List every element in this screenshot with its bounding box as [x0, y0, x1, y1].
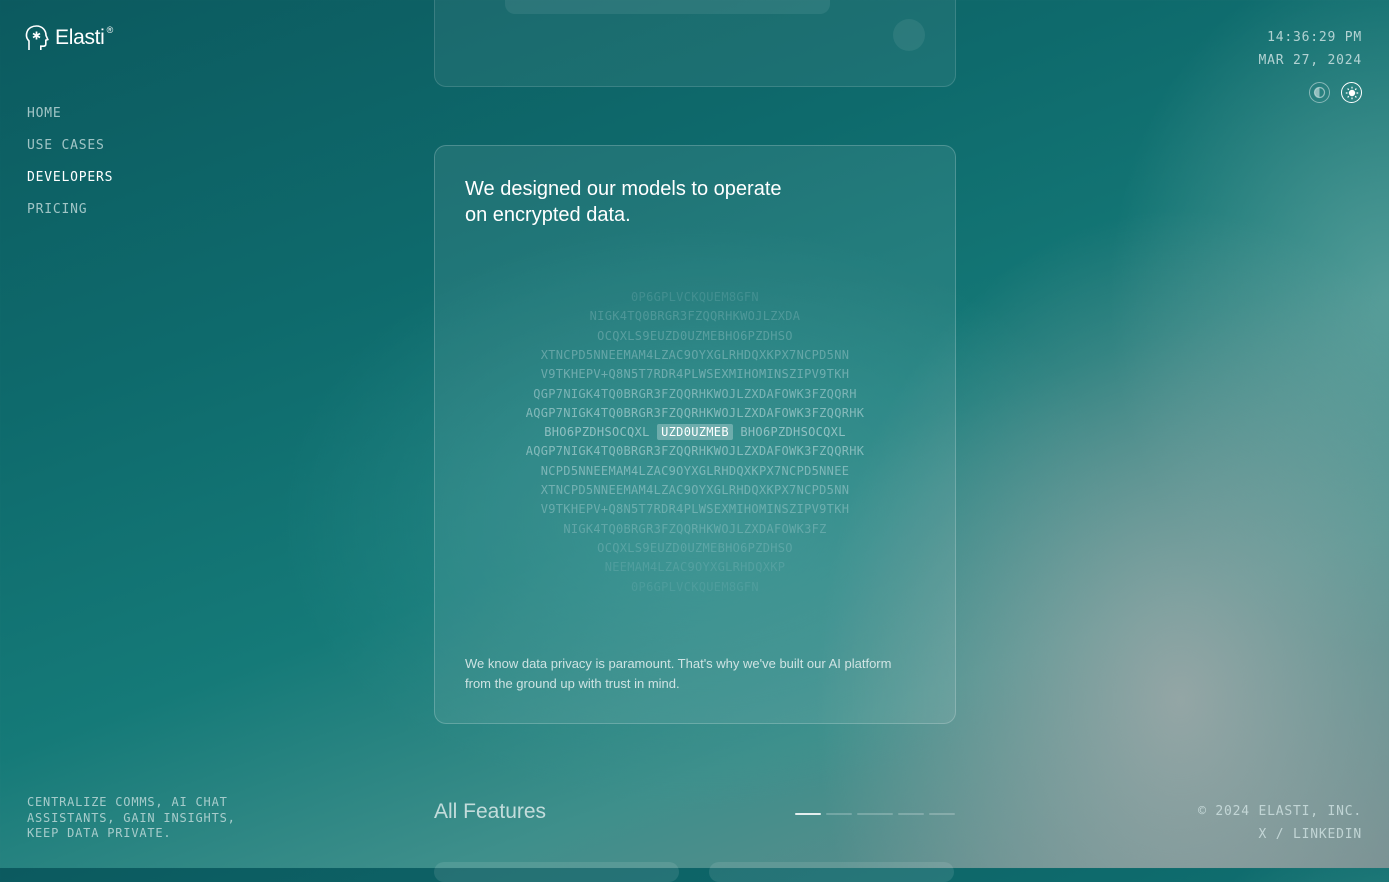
- features-pager: [795, 813, 955, 815]
- registered-mark: ®: [106, 25, 114, 35]
- contrast-theme-button[interactable]: [1309, 82, 1330, 103]
- features-title: All Features: [434, 800, 547, 823]
- feature-card-peek: [709, 862, 954, 882]
- cipher-row: BHO6PZDHSOCQXL UZD0UZMEB BHO6PZDHSOCQXL: [435, 423, 955, 442]
- cipher-row: NCPD5NNEEMAM4LZAC9OYXGLRHDQXKPX7NCPD5NNE…: [540, 463, 850, 478]
- cipher-text-right: BHO6PZDHSOCQXL: [732, 425, 846, 440]
- head-asterisk-icon: [25, 25, 49, 50]
- cipher-row: XTNCPD5NNEEMAM4LZAC9OYXGLRHDQXKPX7NCPD5N…: [540, 347, 850, 362]
- cipher-highlight: UZD0UZMEB: [657, 424, 733, 441]
- cipher-row: QGP7NIGK4TQ0BRGR3FZQQRHKWOJLZXDAFOWK3FZQ…: [533, 386, 857, 401]
- clock: 14:36:29 PM MAR 27, 2024: [1258, 26, 1362, 72]
- cipher-text-left: BHO6PZDHSOCQXL: [544, 425, 658, 440]
- main-nav: HOME USE CASES DEVELOPERS PRICING: [27, 106, 113, 217]
- cipher-row: OCQXLS9EUZD0UZMEBHO6PZDHSO: [597, 328, 793, 343]
- pager-dot[interactable]: [857, 813, 893, 815]
- tagline-line: CENTRALIZE COMMS, AI CHAT: [27, 795, 228, 809]
- encryption-card: We designed our models to operate on enc…: [434, 145, 956, 724]
- cipher-row: NIGK4TQ0BRGR3FZQQRHKWOJLZXDAFOWK3FZ: [563, 521, 827, 536]
- clock-time: 14:36:29 PM: [1267, 30, 1362, 45]
- cipher-row: AQGP7NIGK4TQ0BRGR3FZQQRHKWOJLZXDAFOWK3FZ…: [525, 444, 865, 459]
- cipher-row: 0P6GPLVCKQUEM8GFN: [631, 579, 759, 594]
- light-theme-button[interactable]: [1341, 82, 1362, 103]
- feature-card-peek: [434, 862, 679, 882]
- copyright: © 2024 ELASTI, INC.: [1198, 804, 1362, 819]
- tagline-line: KEEP DATA PRIVATE.: [27, 826, 172, 840]
- tagline: CENTRALIZE COMMS, AI CHAT ASSISTANTS, GA…: [27, 795, 236, 842]
- pager-dot[interactable]: [929, 813, 955, 815]
- nav-item-use-cases[interactable]: USE CASES: [27, 138, 113, 153]
- cipher-row: NIGK4TQ0BRGR3FZQQRHKWOJLZXDA: [589, 309, 801, 324]
- pager-dot[interactable]: [826, 813, 852, 815]
- cipher-row: 0P6GPLVCKQUEM8GFN: [631, 290, 759, 304]
- avatar: [893, 19, 925, 51]
- sun-icon: [1345, 86, 1358, 99]
- nav-item-home[interactable]: HOME: [27, 106, 113, 121]
- cipher-row: OCQXLS9EUZD0UZMEBHO6PZDHSO: [597, 540, 793, 555]
- cipher-row: XTNCPD5NNEEMAM4LZAC9OYXGLRHDQXKPX7NCPD5N…: [540, 483, 850, 497]
- cipher-row: V9TKHEPV+Q8N5T7RDR4PLWSEXMIHOMINSZIPV9TK…: [540, 367, 850, 382]
- theme-toggle: [1309, 82, 1362, 103]
- tagline-line: ASSISTANTS, GAIN INSIGHTS,: [27, 810, 236, 825]
- previous-card: [434, 0, 956, 87]
- brand-logo[interactable]: Elasti ®: [25, 25, 113, 51]
- cipher-row: V9TKHEPV+Q8N5T7RDR4PLWSEXMIHOMINSZIPV9TK…: [540, 502, 850, 517]
- message-bubble: [505, 0, 830, 14]
- contrast-icon: [1313, 86, 1326, 99]
- nav-item-pricing[interactable]: PRICING: [27, 202, 113, 217]
- card-title: We designed our models to operate on enc…: [465, 178, 782, 226]
- social-links[interactable]: X / LINKEDIN: [1258, 827, 1362, 842]
- cipher-text-animation: 0P6GPLVCKQUEM8GFN NIGK4TQ0BRGR3FZQQRHKWOJ…: [435, 288, 955, 598]
- clock-date: MAR 27, 2024: [1258, 53, 1362, 68]
- footer: © 2024 ELASTI, INC. X / LINKEDIN: [1198, 800, 1362, 846]
- pager-dot[interactable]: [795, 813, 821, 815]
- cipher-row: AQGP7NIGK4TQ0BRGR3FZQQRHKWOJLZXDAFOWK3FZ…: [525, 405, 865, 420]
- cipher-row: NEEMAM4LZAC9OYXGLRHDQXKP: [604, 560, 786, 575]
- pager-dot[interactable]: [898, 813, 924, 815]
- nav-item-developers[interactable]: DEVELOPERS: [27, 170, 113, 185]
- brand-name: Elasti: [55, 26, 105, 49]
- card-description: We know data privacy is paramount. That'…: [465, 656, 892, 691]
